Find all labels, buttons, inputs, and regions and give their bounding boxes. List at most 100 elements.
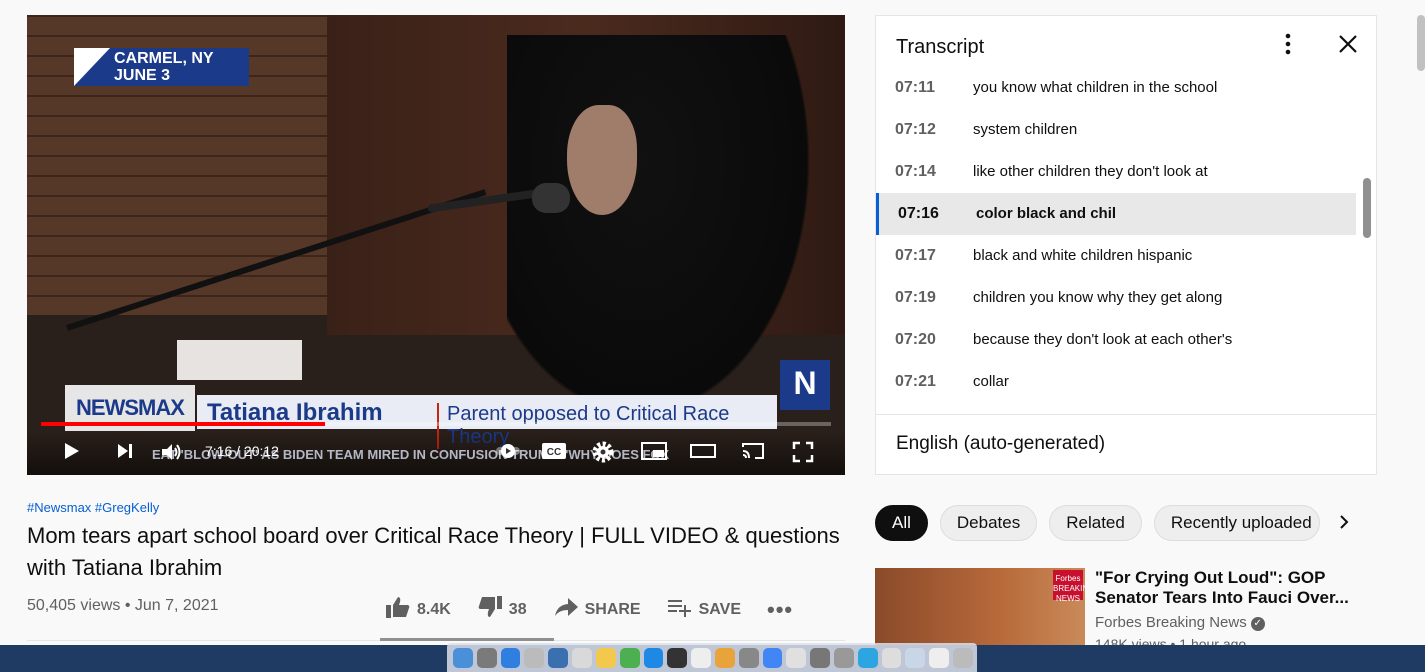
dock-app-icon[interactable]	[834, 647, 854, 668]
dock-app-icon[interactable]	[691, 647, 711, 668]
transcript-title: Transcript	[896, 36, 985, 58]
close-icon[interactable]	[1334, 32, 1362, 60]
dock-app-icon[interactable]	[881, 647, 902, 668]
transcript-row[interactable]: 07:16 color black and chil	[876, 193, 1356, 235]
dock-app-icon[interactable]	[643, 647, 664, 668]
filter-chips: All Debates Related Recently uploaded	[875, 505, 1332, 545]
gear-icon[interactable]	[591, 440, 615, 464]
transcript-row[interactable]: 07:20 because they don't look at each oth…	[876, 319, 1356, 361]
youtube-watch-page: CARMEL, NY JUNE 3 NEWSMAX Tatiana Ibrahi…	[0, 0, 1425, 672]
chip-all[interactable]: All	[875, 505, 928, 541]
player-controls: EAT 'BLOW-OUT' AS BIDEN TEAM MIRED IN CO…	[27, 430, 845, 475]
save-label: SAVE	[698, 601, 741, 618]
transcript-row[interactable]: 07:14 like other children they don't look…	[876, 151, 1356, 193]
channel-name: Forbes Breaking News	[1095, 614, 1247, 631]
transcript-timestamp: 07:16	[898, 205, 939, 222]
hashtags[interactable]: #Newsmax #GregKelly	[27, 500, 159, 515]
recommendation-title[interactable]: "For Crying Out Loud": GOP Senator Tears…	[1095, 568, 1370, 608]
dock-app-icon[interactable]	[762, 647, 783, 668]
thumbs-down-icon	[477, 595, 503, 625]
transcript-timestamp: 07:11	[895, 79, 936, 96]
miniplayer-icon[interactable]	[640, 440, 668, 464]
captions-button[interactable]: CC	[541, 440, 567, 464]
time-display: 7:16 / 20:12	[205, 443, 279, 459]
dock-app-icon[interactable]	[524, 647, 545, 668]
chip-related[interactable]: Related	[1049, 505, 1142, 541]
next-icon[interactable]	[113, 440, 137, 464]
dock-app-icon[interactable]	[619, 647, 640, 668]
page-scrollbar[interactable]	[1417, 15, 1425, 71]
volume-icon[interactable]	[159, 440, 183, 464]
badge-line1: Forbes	[1055, 574, 1081, 583]
cast-icon[interactable]	[739, 440, 767, 464]
captions-label: CC	[547, 447, 561, 458]
verified-icon: ✓	[1250, 617, 1265, 631]
transcript-row[interactable]: 07:11 you know what children in the schoo…	[876, 78, 1356, 109]
dislike-count: 38	[508, 601, 527, 618]
transcript-language-selector[interactable]: English (auto-generated)	[876, 414, 1376, 474]
badge-line2: BREAKING NEWS	[1053, 584, 1085, 603]
dock-app-icon[interactable]	[905, 647, 926, 668]
dock-app-icon[interactable]	[476, 647, 497, 668]
transcript-panel: Transcript 07:11 you know what children i…	[875, 15, 1377, 475]
dock-app-icon[interactable]	[453, 647, 473, 668]
dock-app-icon[interactable]	[500, 647, 521, 668]
transcript-text: color black and chil	[976, 205, 1117, 222]
transcript-text: like other children they don't look at	[973, 163, 1208, 180]
chip-debates[interactable]: Debates	[939, 505, 1038, 541]
chip-recently-uploaded[interactable]: Recently uploaded	[1153, 505, 1320, 541]
transcript-row[interactable]: 07:17 black and white children hispanic	[876, 235, 1356, 277]
like-button[interactable]: 8.4K	[385, 595, 451, 625]
dock-app-icon[interactable]	[714, 647, 735, 668]
dock-app-icon[interactable]	[667, 647, 688, 668]
transcript-scrollbar[interactable]	[1363, 178, 1371, 238]
microphone	[532, 183, 570, 213]
share-button[interactable]: SHARE	[553, 596, 641, 624]
dock-app-icon[interactable]	[548, 647, 569, 668]
progress-bar[interactable]	[41, 422, 831, 426]
dock-app-icon[interactable]	[810, 647, 830, 668]
transcript-timestamp: 07:14	[895, 163, 936, 180]
dock-app-icon[interactable]	[786, 647, 807, 668]
location-line2: JUNE 3	[114, 67, 171, 84]
recommendation-thumbnail[interactable]: Forbes BREAKING NEWS	[875, 568, 1085, 648]
dock-app-icon[interactable]	[595, 647, 616, 668]
save-button[interactable]: SAVE	[667, 596, 741, 624]
location-tag: CARMEL, NY JUNE 3	[74, 48, 249, 86]
more-actions-button[interactable]: •••	[767, 597, 793, 623]
transcript-timestamp: 07:20	[895, 331, 936, 348]
newsmax-corner-logo: N	[780, 360, 830, 410]
more-horizontal-icon: •••	[767, 597, 794, 622]
transcript-row[interactable]: 07:19 children you know why they get alon…	[876, 277, 1356, 319]
dock-app-icon[interactable]	[572, 647, 592, 668]
progress-fill	[41, 422, 326, 426]
share-label: SHARE	[584, 601, 641, 618]
dock-app-icon[interactable]	[857, 647, 878, 668]
macos-dock	[447, 643, 977, 672]
dock-app-icon[interactable]	[738, 647, 759, 668]
view-count-date: 50,405 views • Jun 7, 2021	[27, 597, 219, 614]
forbes-badge: Forbes BREAKING NEWS	[1053, 570, 1085, 603]
playlist-add-icon	[667, 596, 693, 624]
recommendation-channel[interactable]: Forbes Breaking News ✓	[1095, 614, 1265, 631]
play-icon[interactable]	[59, 440, 83, 464]
theater-icon[interactable]	[689, 440, 717, 464]
fullscreen-icon[interactable]	[791, 440, 815, 464]
dislike-button[interactable]: 38	[477, 595, 527, 625]
transcript-language: English (auto-generated)	[896, 433, 1106, 454]
share-icon	[553, 596, 579, 624]
transcript-text: you know what children in the school	[973, 79, 1218, 96]
dock-app-icon[interactable]	[929, 647, 950, 668]
transcript-list[interactable]: 07:11 you know what children in the schoo…	[876, 78, 1356, 414]
speaker-face	[567, 105, 637, 215]
dock-app-icon[interactable]	[953, 647, 973, 668]
transcript-row[interactable]: 07:21 collar	[876, 361, 1356, 403]
more-vertical-icon[interactable]	[1276, 32, 1300, 60]
transcript-row[interactable]: 07:12 system children	[876, 109, 1356, 151]
transcript-text: black and white children hispanic	[973, 247, 1193, 264]
autoplay-toggle[interactable]	[495, 440, 521, 464]
thumbs-up-icon	[385, 595, 411, 625]
chevron-right-icon[interactable]	[1338, 512, 1350, 538]
video-player[interactable]: CARMEL, NY JUNE 3 NEWSMAX Tatiana Ibrahi…	[27, 15, 845, 475]
video-title: Mom tears apart school board over Critic…	[27, 523, 840, 580]
